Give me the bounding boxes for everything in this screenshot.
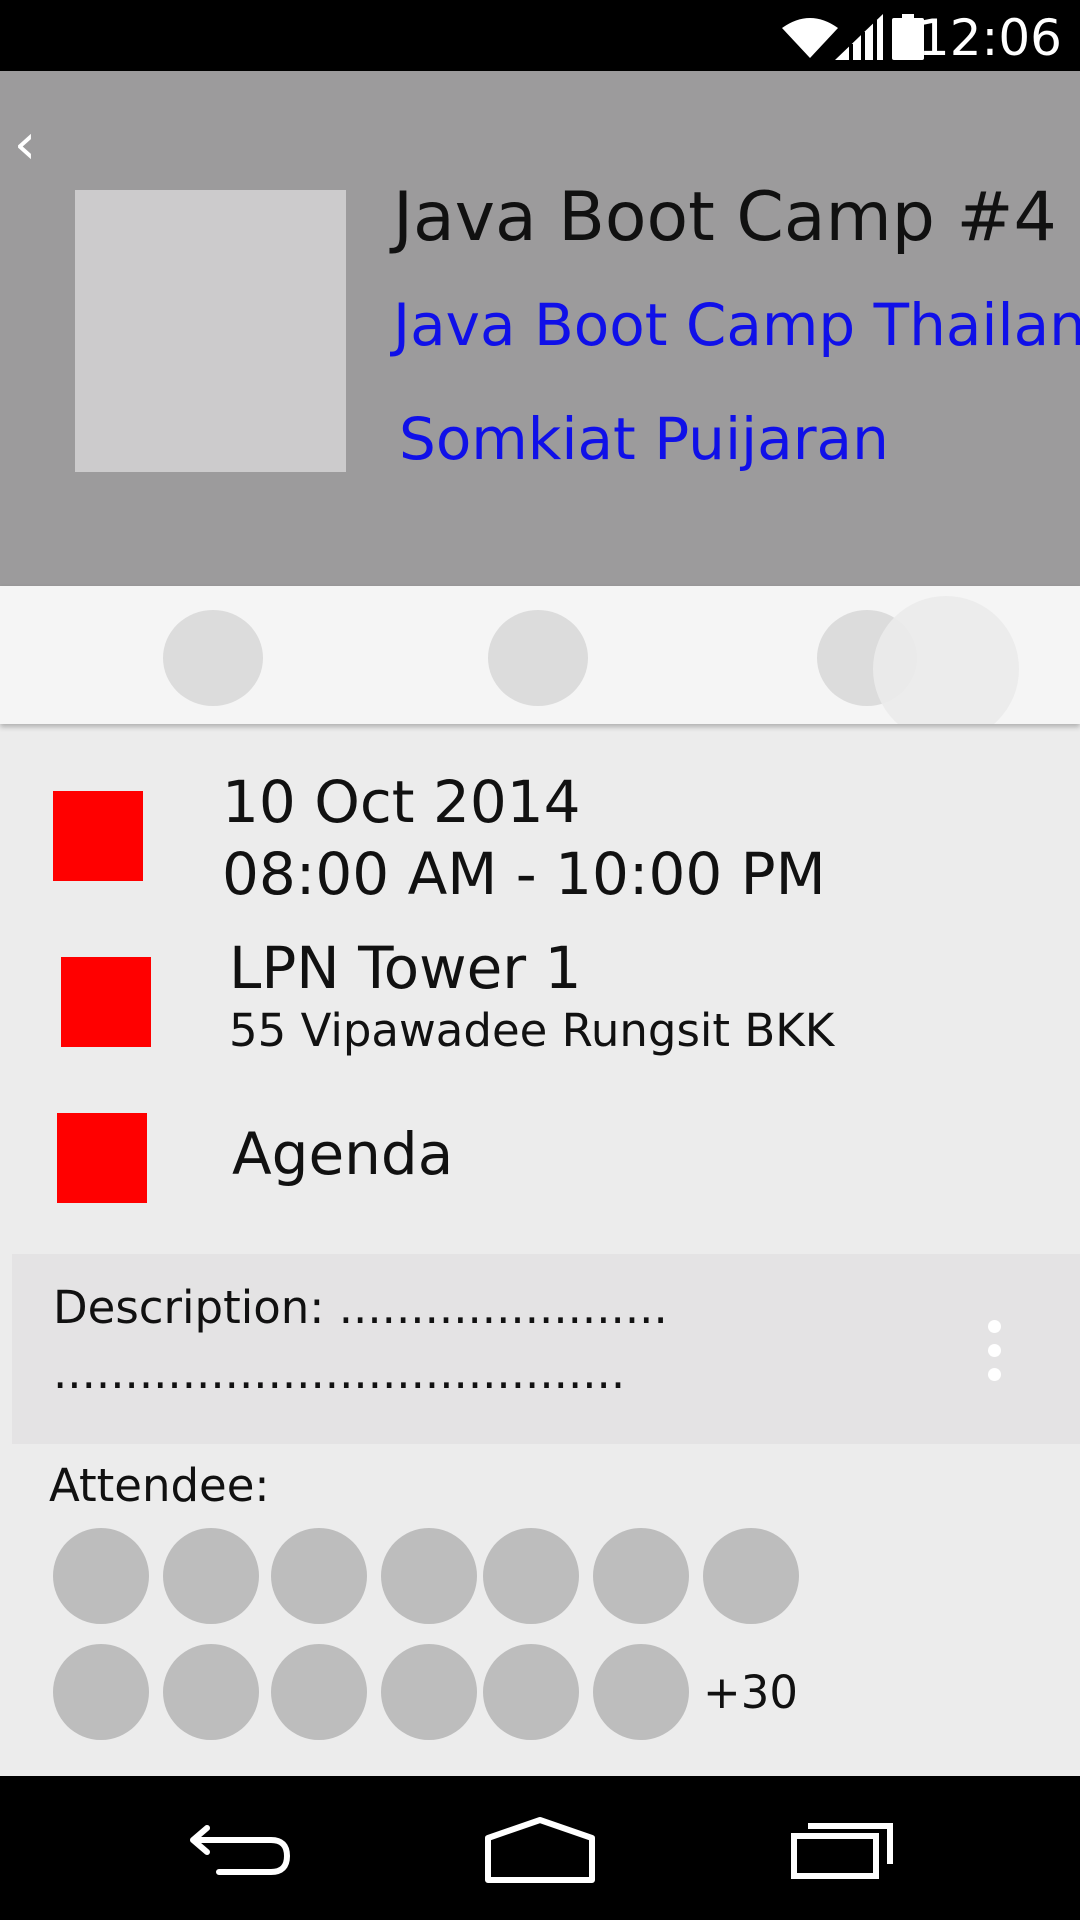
back-icon[interactable]: ‹ [8,115,42,175]
attendee-avatar[interactable] [593,1528,689,1624]
agenda-marker-icon [57,1113,147,1203]
attendee-avatar[interactable] [163,1528,259,1624]
attendee-avatar[interactable] [271,1644,367,1740]
place-address[interactable]: 55 Vipawadee Rungsit BKK [229,1003,834,1059]
event-title: Java Boot Camp #4 [393,178,1057,257]
host-link[interactable]: Somkiat Puijaran [399,404,889,474]
action-bar [0,586,1080,724]
date-marker-icon [53,791,143,881]
status-time: 12:06 [917,9,1062,67]
location-marker-icon [61,957,151,1047]
attendee-avatar[interactable] [703,1528,799,1624]
attendee-label: Attendee: [49,1459,270,1512]
agenda-link[interactable]: Agenda [232,1120,453,1188]
more-options-icon[interactable] [982,1318,1006,1384]
attendee-avatar[interactable] [271,1528,367,1624]
home-nav-icon[interactable] [482,1810,598,1890]
more-attendees-count[interactable]: +30 [703,1665,798,1721]
touch-ripple [873,596,1019,724]
back-nav-icon[interactable] [185,1810,295,1890]
organizer-link[interactable]: Java Boot Camp Thailand [393,290,1080,360]
attendee-avatar[interactable] [483,1528,579,1624]
action-button-2[interactable] [488,610,588,706]
attendee-avatar[interactable] [381,1528,477,1624]
description-text-continued: ........................................ [53,1346,626,1399]
event-date: 10 Oct 2014 [222,768,581,836]
attendee-avatar[interactable] [163,1644,259,1740]
place-name[interactable]: LPN Tower 1 [229,934,581,1002]
attendee-avatar[interactable] [381,1644,477,1740]
attendee-avatar[interactable] [53,1528,149,1624]
event-time: 08:00 AM - 10:00 PM [222,840,826,908]
signal-icon [835,14,883,60]
recents-nav-icon[interactable] [790,1810,896,1890]
description-text: Description: ....................... [53,1281,668,1334]
attendee-avatar[interactable] [483,1644,579,1740]
event-image-placeholder [75,190,346,472]
attendee-avatar[interactable] [593,1644,689,1740]
attendee-avatar[interactable] [53,1644,149,1740]
wifi-icon [782,18,838,58]
action-button-1[interactable] [163,610,263,706]
